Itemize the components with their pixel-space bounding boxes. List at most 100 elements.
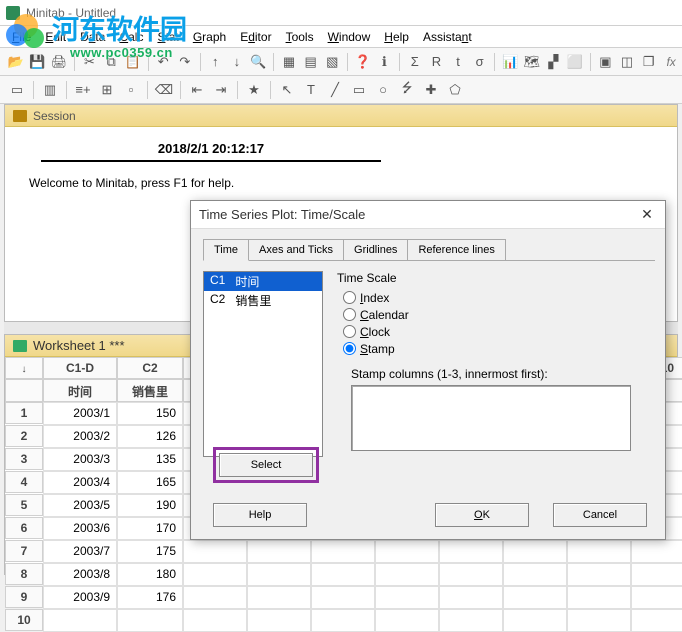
cell[interactable] — [247, 540, 311, 563]
cell[interactable] — [439, 563, 503, 586]
tab-reference-lines[interactable]: Reference lines — [407, 239, 505, 260]
open-icon[interactable]: 📂 — [6, 51, 26, 73]
find-icon[interactable]: 🔍 — [249, 51, 269, 73]
menu-calc[interactable]: Calc — [113, 28, 149, 46]
menu-stat[interactable]: Stat — [151, 28, 184, 46]
stat1-icon[interactable]: Σ — [405, 51, 425, 73]
cell[interactable] — [375, 540, 439, 563]
cell[interactable] — [311, 563, 375, 586]
cell[interactable]: 2003/6 — [43, 517, 117, 540]
menu-tools[interactable]: Tools — [280, 28, 320, 46]
graph-window-icon[interactable]: ▧ — [322, 51, 342, 73]
cell[interactable]: 126 — [117, 425, 183, 448]
radio-clock[interactable]: Clock — [343, 323, 653, 340]
col-subheader[interactable]: 销售里 — [117, 379, 183, 402]
menu-data[interactable]: Data — [74, 28, 111, 46]
cell[interactable]: 2003/4 — [43, 471, 117, 494]
nav-next-icon[interactable]: ↓ — [227, 51, 247, 73]
tab-gridlines[interactable]: Gridlines — [343, 239, 408, 260]
chart1-icon[interactable]: 📊 — [500, 51, 520, 73]
cell[interactable]: 180 — [117, 563, 183, 586]
col-header[interactable]: C2 — [117, 357, 183, 379]
row-header[interactable]: 1 — [5, 402, 43, 424]
chart5-icon[interactable]: ▣ — [596, 51, 616, 73]
polyline-tool-icon[interactable]: ⭍ — [396, 79, 418, 101]
row-header[interactable]: 8 — [5, 563, 43, 585]
menu-edit[interactable]: Edit — [39, 28, 72, 46]
radio-stamp[interactable]: Stamp — [343, 340, 653, 357]
cell[interactable] — [311, 586, 375, 609]
row-header[interactable]: 9 — [5, 586, 43, 608]
chart7-icon[interactable]: ❐ — [639, 51, 659, 73]
cell[interactable] — [183, 563, 247, 586]
col-header[interactable]: ↓ — [5, 357, 43, 379]
undo-icon[interactable]: ↶ — [153, 51, 173, 73]
rect-tool-icon[interactable]: ▭ — [348, 79, 370, 101]
chart6-icon[interactable]: ◫ — [617, 51, 637, 73]
row-header[interactable]: 6 — [5, 517, 43, 539]
row-header[interactable]: 7 — [5, 540, 43, 562]
cell[interactable] — [375, 586, 439, 609]
cell[interactable] — [567, 540, 631, 563]
cell[interactable] — [439, 586, 503, 609]
info-icon[interactable]: ℹ — [375, 51, 395, 73]
cell[interactable] — [183, 540, 247, 563]
ellipse-tool-icon[interactable]: ○ — [372, 79, 394, 101]
text-tool-icon[interactable]: T — [300, 79, 322, 101]
close-icon[interactable]: ✕ — [637, 205, 657, 225]
cell[interactable] — [631, 563, 682, 586]
stat4-icon[interactable]: σ — [470, 51, 490, 73]
insert-row-icon[interactable]: ≡+ — [72, 79, 94, 101]
cell[interactable] — [567, 563, 631, 586]
cell[interactable]: 2003/7 — [43, 540, 117, 563]
cut-icon[interactable]: ✂ — [80, 51, 100, 73]
chart2-icon[interactable]: 🗺 — [522, 51, 542, 73]
cancel-button[interactable]: Cancel — [553, 503, 647, 527]
menu-file[interactable]: File — [6, 28, 37, 46]
menu-help[interactable]: Help — [378, 28, 415, 46]
cell[interactable]: 175 — [117, 540, 183, 563]
cell[interactable] — [503, 540, 567, 563]
cell[interactable]: 2003/8 — [43, 563, 117, 586]
print-icon[interactable]: 🖨 — [49, 51, 69, 73]
stat3-icon[interactable]: t — [448, 51, 468, 73]
col-subheader[interactable]: 时间 — [43, 379, 117, 402]
cell[interactable]: 2003/3 — [43, 448, 117, 471]
cell[interactable] — [311, 540, 375, 563]
cell[interactable] — [247, 586, 311, 609]
cell[interactable] — [247, 563, 311, 586]
list-item[interactable]: C1时间 — [204, 272, 322, 291]
select-button[interactable]: Select — [219, 453, 313, 477]
cell[interactable] — [631, 540, 682, 563]
cell[interactable] — [439, 540, 503, 563]
cell[interactable] — [567, 609, 631, 632]
ok-button[interactable]: OK — [435, 503, 529, 527]
cell[interactable] — [631, 609, 682, 632]
row-header[interactable]: 5 — [5, 494, 43, 516]
cell[interactable]: 2003/9 — [43, 586, 117, 609]
cell[interactable]: 176 — [117, 586, 183, 609]
cell[interactable] — [375, 563, 439, 586]
cell[interactable]: 2003/2 — [43, 425, 117, 448]
cell[interactable]: 150 — [117, 402, 183, 425]
cell[interactable] — [183, 609, 247, 632]
insert-col-icon[interactable]: ⊞ — [96, 79, 118, 101]
cell[interactable] — [311, 609, 375, 632]
nav-prev-icon[interactable]: ↑ — [206, 51, 226, 73]
move-right-icon[interactable]: ⇥ — [210, 79, 232, 101]
copy-icon[interactable]: ⧉ — [101, 51, 121, 73]
tab-time[interactable]: Time — [203, 239, 249, 261]
session-window-icon[interactable]: ▦ — [279, 51, 299, 73]
cell[interactable]: 170 — [117, 517, 183, 540]
radio-calendar[interactable]: Calendar — [343, 306, 653, 323]
stat2-icon[interactable]: R — [427, 51, 447, 73]
cell[interactable] — [631, 586, 682, 609]
cell[interactable] — [503, 586, 567, 609]
chart3-icon[interactable]: ▞ — [544, 51, 564, 73]
stamp-columns-input[interactable] — [351, 385, 631, 451]
list-item[interactable]: C2销售里 — [204, 291, 322, 310]
col-header[interactable]: C1-D — [43, 357, 117, 379]
tab-axes-and-ticks[interactable]: Axes and Ticks — [248, 239, 344, 260]
move-left-icon[interactable]: ⇤ — [186, 79, 208, 101]
select-tool-icon[interactable]: ↖ — [276, 79, 298, 101]
